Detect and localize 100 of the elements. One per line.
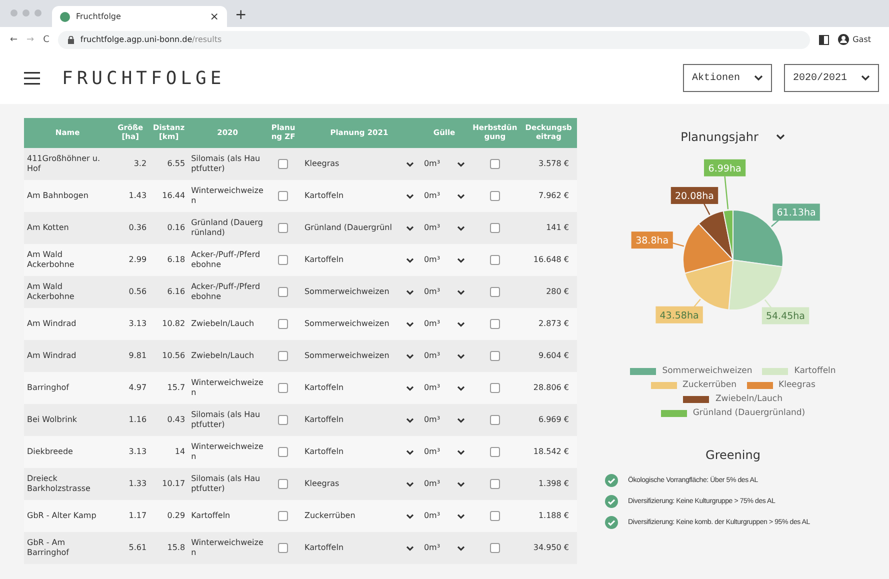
value-label: 20.08ha bbox=[670, 187, 718, 204]
crop-dropdown[interactable]: Kartoffeln bbox=[302, 380, 416, 396]
address-bar[interactable]: fruchtfolge.agp.uni-bonn.de/results bbox=[58, 30, 810, 48]
table-cell: 9.81 bbox=[111, 340, 150, 372]
manure-dropdown[interactable]: 0m³ bbox=[422, 444, 467, 460]
checkbox[interactable] bbox=[278, 287, 288, 297]
checkbox[interactable] bbox=[490, 383, 500, 393]
chevron-icon bbox=[456, 226, 465, 230]
manure-dropdown[interactable]: 0m³ bbox=[422, 380, 467, 396]
leader-line bbox=[671, 242, 684, 247]
chevron-icon bbox=[456, 514, 465, 518]
checkbox[interactable] bbox=[490, 159, 500, 169]
crop-dropdown[interactable]: Kartoffeln bbox=[302, 540, 416, 556]
new-tab-button[interactable]: + bbox=[235, 7, 247, 23]
table-cell: Am Kotten bbox=[24, 212, 112, 244]
chevron-icon bbox=[406, 386, 414, 390]
checkbox[interactable] bbox=[278, 383, 288, 393]
manure-dropdown[interactable]: 0m³ bbox=[422, 476, 467, 492]
window-controls-icon[interactable] bbox=[10, 9, 44, 17]
checkbox[interactable] bbox=[490, 479, 500, 489]
manure-dropdown[interactable]: 0m³ bbox=[422, 220, 467, 236]
table-cell: Zwiebeln/Lauch bbox=[188, 308, 268, 340]
checkbox[interactable] bbox=[490, 415, 500, 425]
table-cell: 6.18 bbox=[150, 244, 188, 276]
crop-dropdown[interactable]: Kartoffeln bbox=[302, 444, 416, 460]
table-cell: Kartoffeln bbox=[188, 500, 268, 532]
checkbox[interactable] bbox=[278, 319, 288, 329]
browser-tab[interactable]: Fruchtfolge × bbox=[52, 6, 227, 27]
chevron-icon bbox=[406, 258, 414, 262]
table-cell: Acker-/Puff-/Pferdebohne bbox=[188, 244, 268, 276]
crop-dropdown[interactable]: Sommerweichweizen bbox=[302, 284, 416, 300]
legend-label: Kleegras bbox=[778, 380, 816, 390]
checkbox[interactable] bbox=[278, 479, 288, 489]
actions-dropdown[interactable]: Aktionen bbox=[682, 64, 772, 92]
back-icon[interactable]: ← bbox=[10, 34, 18, 44]
checkbox[interactable] bbox=[490, 223, 500, 233]
menu-icon[interactable] bbox=[24, 72, 40, 84]
crop-dropdown[interactable]: Kleegras bbox=[302, 476, 416, 492]
checkbox[interactable] bbox=[278, 447, 288, 457]
manure-dropdown[interactable]: 0m³ bbox=[422, 156, 467, 172]
manure-dropdown[interactable]: 0m³ bbox=[422, 540, 467, 556]
table-cell: 16.44 bbox=[150, 180, 188, 212]
crop-dropdown[interactable]: Kleegras bbox=[302, 156, 416, 172]
chevron-icon bbox=[406, 514, 414, 518]
crop-dropdown[interactable]: Kartoffeln bbox=[302, 412, 416, 428]
table-cell: 1.188 € bbox=[520, 500, 577, 532]
chevron-icon bbox=[406, 482, 414, 486]
table-cell: 14 bbox=[150, 436, 188, 468]
chevron-icon bbox=[406, 546, 414, 550]
checkbox[interactable] bbox=[278, 255, 288, 265]
table-cell: 7.962 € bbox=[520, 180, 577, 212]
chevron-icon bbox=[456, 290, 465, 294]
checkbox[interactable] bbox=[278, 511, 288, 521]
crop-dropdown[interactable]: Zuckerrüben bbox=[302, 508, 416, 524]
sidebar-icon[interactable] bbox=[818, 34, 829, 44]
legend-label: Zuckerrüben bbox=[682, 380, 737, 390]
crop-dropdown[interactable]: Kartoffeln bbox=[302, 188, 416, 204]
checkbox[interactable] bbox=[278, 223, 288, 233]
manure-dropdown[interactable]: 0m³ bbox=[422, 508, 467, 524]
table-cell: 2.99 bbox=[111, 244, 150, 276]
checkbox[interactable] bbox=[278, 159, 288, 169]
checkbox[interactable] bbox=[278, 415, 288, 425]
year-dropdown[interactable]: 2020/2021 bbox=[784, 64, 879, 92]
year-selector[interactable]: Planungsjahr bbox=[680, 130, 786, 144]
data-label: 20.08ha bbox=[674, 190, 714, 202]
table-cell: 16.648 € bbox=[520, 244, 577, 276]
manure-dropdown[interactable]: 0m³ bbox=[422, 412, 467, 428]
profile-button[interactable]: Gast bbox=[838, 34, 871, 45]
table-cell: 18.542 € bbox=[520, 436, 577, 468]
table-cell: 3.13 bbox=[111, 436, 150, 468]
table-cell: 141 € bbox=[520, 212, 577, 244]
close-icon[interactable]: × bbox=[210, 10, 219, 23]
table-cell: Grünland (Dauergrünland) bbox=[188, 212, 268, 244]
manure-dropdown[interactable]: 0m³ bbox=[422, 188, 467, 204]
manure-dropdown[interactable]: 0m³ bbox=[422, 348, 467, 364]
data-label: 61.13ha bbox=[776, 208, 816, 219]
checkbox[interactable] bbox=[490, 351, 500, 361]
checkbox[interactable] bbox=[490, 511, 500, 521]
chevron-icon bbox=[456, 450, 465, 454]
table-cell: 0.29 bbox=[150, 500, 188, 532]
chevron-icon bbox=[406, 450, 414, 454]
crop-dropdown[interactable]: Sommerweichweizen bbox=[302, 316, 416, 332]
checkbox[interactable] bbox=[278, 191, 288, 201]
reload-icon[interactable]: C bbox=[43, 34, 50, 44]
manure-dropdown[interactable]: 0m³ bbox=[422, 284, 467, 300]
checkbox[interactable] bbox=[278, 351, 288, 361]
table-cell: 0.56 bbox=[111, 276, 150, 308]
manure-dropdown[interactable]: 0m³ bbox=[422, 252, 467, 268]
manure-dropdown[interactable]: 0m³ bbox=[422, 316, 467, 332]
crop-dropdown[interactable]: Grünland (Dauergrünl bbox=[302, 220, 416, 236]
checkbox[interactable] bbox=[490, 447, 500, 457]
crop-dropdown[interactable]: Kartoffeln bbox=[302, 252, 416, 268]
checkbox[interactable] bbox=[278, 543, 288, 553]
checkbox[interactable] bbox=[490, 543, 500, 553]
checkbox[interactable] bbox=[490, 191, 500, 201]
checkbox[interactable] bbox=[490, 255, 500, 265]
checkbox[interactable] bbox=[490, 287, 500, 297]
checkbox[interactable] bbox=[490, 319, 500, 329]
table-cell: 3.578 € bbox=[520, 148, 577, 180]
crop-dropdown[interactable]: Sommerweichweizen bbox=[302, 348, 416, 364]
